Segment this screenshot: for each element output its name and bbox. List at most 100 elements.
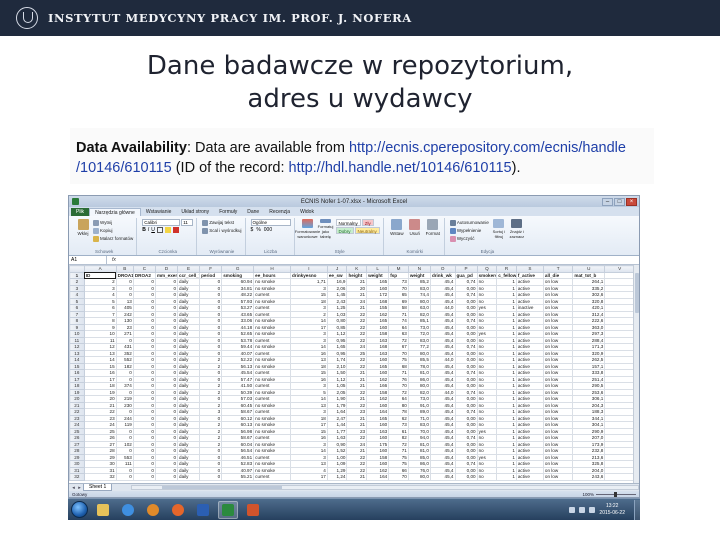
- italic-button[interactable]: I: [148, 227, 149, 233]
- ribbon-tab[interactable]: Układ strony: [176, 208, 214, 216]
- ribbon-tab[interactable]: Formuły: [214, 208, 242, 216]
- zoom-control[interactable]: 100%: [582, 492, 636, 497]
- cell[interactable]: 0: [154, 473, 179, 481]
- next-sheet-arrow-icon[interactable]: ▸: [77, 485, 82, 491]
- style-bad[interactable]: Zły: [361, 219, 374, 226]
- taskbar-ie[interactable]: [118, 501, 138, 519]
- format-cells-button[interactable]: Format: [425, 219, 441, 239]
- cell[interactable]: smokers: [476, 271, 498, 279]
- format-painter-button[interactable]: Malarz formatów: [93, 235, 133, 242]
- cell[interactable]: 0: [132, 473, 156, 481]
- autosum-button[interactable]: Autosumowanie: [449, 219, 489, 226]
- currency-button[interactable]: $: [251, 227, 254, 233]
- number-format-combo[interactable]: Ogólne: [250, 219, 291, 226]
- cell[interactable]: ccr_cell_typ: [177, 271, 201, 279]
- cell[interactable]: 1,24: [326, 473, 348, 481]
- clear-button[interactable]: Wyczyść: [449, 235, 489, 242]
- cell[interactable]: 32: [83, 473, 117, 481]
- ribbon-tab[interactable]: Plik: [71, 208, 90, 216]
- borders-icon[interactable]: [156, 227, 163, 233]
- cut-button[interactable]: Wytnij: [93, 219, 133, 226]
- cell[interactable]: 70: [388, 473, 409, 481]
- cell[interactable]: 1: [496, 473, 517, 481]
- font-size-combo[interactable]: 11: [181, 219, 194, 226]
- cell[interactable]: c_fellow: [496, 271, 517, 279]
- taskbar-powerpoint[interactable]: [243, 501, 263, 519]
- find-select-button[interactable]: Znajdź i zaznacz: [509, 219, 525, 239]
- paste-button[interactable]: Wklej: [75, 219, 91, 239]
- font-name-combo[interactable]: Calibri: [142, 219, 181, 226]
- bold-button[interactable]: B: [142, 227, 146, 233]
- ribbon-tab[interactable]: Recenzja: [264, 208, 295, 216]
- cell[interactable]: 164: [366, 473, 390, 481]
- cell[interactable]: mm_exer: [154, 271, 179, 279]
- taskbar-explorer[interactable]: [93, 501, 113, 519]
- percent-button[interactable]: %: [256, 227, 260, 233]
- underline-button[interactable]: U: [151, 227, 155, 233]
- zoom-slider-knob[interactable]: [614, 492, 617, 497]
- style-neutral[interactable]: Neutralny: [354, 227, 380, 234]
- cell[interactable]: 17: [289, 473, 328, 481]
- taskbar-media[interactable]: [143, 501, 163, 519]
- cell[interactable]: on low: [542, 473, 574, 481]
- conditional-formatting-button[interactable]: Formatowanie warunkowe: [295, 219, 320, 239]
- font-color-icon[interactable]: [172, 227, 179, 233]
- taskbar-word[interactable]: [193, 501, 213, 519]
- ribbon-tab[interactable]: Widok: [295, 208, 319, 216]
- cell[interactable]: 0: [115, 473, 134, 481]
- row-number[interactable]: 32: [69, 473, 85, 481]
- cell-grid[interactable]: A B C D E F G H I J K L M N O P Q R S T U V 1 ID DROA1 DROA2 mm_ex…: [69, 265, 635, 481]
- cell[interactable]: current: [253, 473, 291, 481]
- style-good[interactable]: Dobry: [335, 227, 354, 234]
- name-box[interactable]: A1: [69, 256, 107, 264]
- worksheet[interactable]: A B C D E F G H I J K L M N O P Q R S T U V 1 ID DROA1 DROA2 mm_ex…: [69, 265, 639, 483]
- vertical-scrollbar[interactable]: [633, 265, 639, 483]
- cell[interactable]: 243,6: [572, 473, 606, 481]
- zoom-slider[interactable]: [596, 492, 636, 497]
- ribbon-tab[interactable]: Narzędzia główne: [89, 208, 141, 216]
- cell[interactable]: drink_wk: [429, 271, 456, 279]
- fill-button[interactable]: Wypełnienie: [449, 227, 489, 234]
- handle-link[interactable]: http://hdl.handle.net/10146/610115: [289, 160, 512, 176]
- sheet-tab[interactable]: Sheet 1: [83, 484, 113, 491]
- sort-filter-button[interactable]: Sortuj i filtruj: [491, 219, 507, 239]
- cell[interactable]: 0,00: [454, 473, 478, 481]
- repository-link[interactable]: http://ecnis.cperepository.com/ecnis/han…: [349, 140, 626, 156]
- language-icon[interactable]: [569, 506, 576, 513]
- insert-cells-button[interactable]: Wstaw: [389, 219, 405, 239]
- ribbon-tab[interactable]: Wstawianie: [141, 208, 177, 216]
- volume-icon[interactable]: [589, 506, 596, 513]
- show-desktop-button[interactable]: [634, 499, 640, 520]
- first-sheet-arrow-icon[interactable]: ◂: [71, 485, 76, 491]
- copy-button[interactable]: Kopiuj: [93, 227, 133, 234]
- function-icon[interactable]: fx: [107, 257, 121, 263]
- vertical-scroll-thumb[interactable]: [635, 273, 639, 313]
- cell[interactable]: 45,4: [429, 473, 456, 481]
- cell[interactable]: 21: [346, 473, 368, 481]
- style-normal[interactable]: Normalny: [335, 219, 361, 226]
- cell[interactable]: DROA1: [115, 271, 134, 279]
- delete-cells-button[interactable]: Usuń: [407, 219, 423, 239]
- cell[interactable]: active: [515, 473, 544, 481]
- thousands-button[interactable]: 000: [264, 227, 272, 233]
- formula-input[interactable]: [121, 256, 639, 264]
- fill-color-icon[interactable]: [164, 227, 171, 233]
- cell[interactable]: no: [476, 473, 498, 481]
- horizontal-scrollbar[interactable]: [131, 485, 639, 490]
- cell[interactable]: 55.21: [221, 473, 255, 481]
- merge-center-button[interactable]: Scal i wyśrodkuj: [202, 227, 242, 234]
- taskbar-firefox[interactable]: [168, 501, 188, 519]
- start-button[interactable]: [71, 501, 88, 518]
- wrap-text-button[interactable]: Zawijaj tekst: [202, 219, 241, 226]
- format-as-table-button[interactable]: Formatuj jako tabelę: [318, 219, 334, 239]
- ribbon-tab[interactable]: Dane: [242, 208, 264, 216]
- horizontal-scroll-thumb[interactable]: [162, 486, 283, 489]
- taskbar-excel[interactable]: [218, 500, 238, 519]
- cell[interactable]: 0: [199, 473, 223, 481]
- repository-link-continued[interactable]: /10146/610115: [76, 160, 172, 176]
- cell[interactable]: 80,0: [407, 473, 431, 481]
- cell[interactable]: [604, 473, 635, 481]
- clock[interactable]: 13:22 2015-06-22: [599, 503, 625, 517]
- cell[interactable]: daily: [177, 473, 201, 481]
- network-icon[interactable]: [579, 506, 586, 513]
